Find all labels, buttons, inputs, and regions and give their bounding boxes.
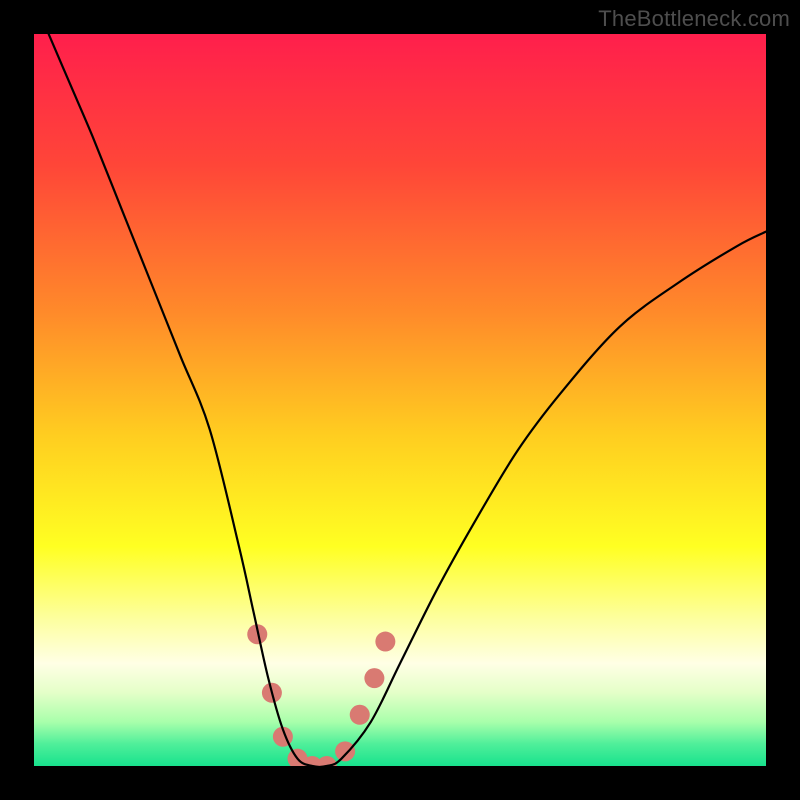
chart-frame: TheBottleneck.com: [0, 0, 800, 800]
plot-area: [34, 34, 766, 766]
chart-svg: [34, 34, 766, 766]
watermark-text: TheBottleneck.com: [598, 6, 790, 32]
marker-dot: [364, 668, 384, 688]
marker-dot: [375, 632, 395, 652]
gradient-background: [34, 34, 766, 766]
marker-dot: [350, 705, 370, 725]
marker-dot: [335, 741, 355, 761]
